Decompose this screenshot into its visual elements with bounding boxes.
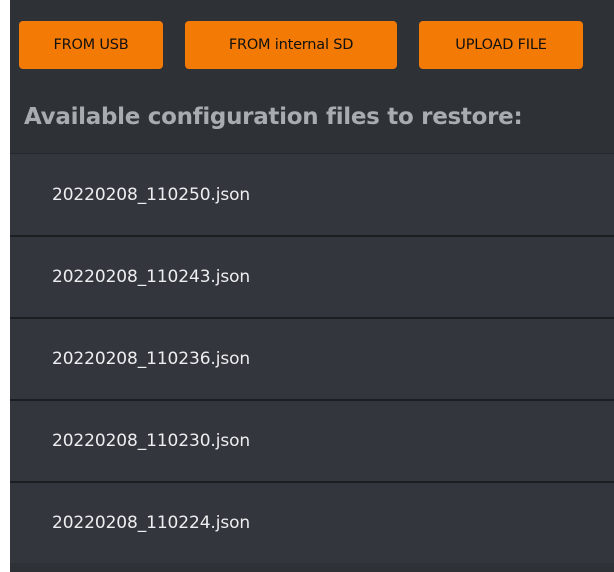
file-name: 20220208_110224.json: [52, 513, 251, 533]
from-usb-button[interactable]: FROM USB: [19, 21, 163, 69]
file-list-item[interactable]: 20220208_110250.json: [10, 153, 614, 235]
file-list-item[interactable]: 20220208_110236.json: [10, 317, 614, 399]
file-name: 20220208_110230.json: [52, 431, 251, 451]
file-name: 20220208_110250.json: [52, 184, 251, 205]
restore-files-heading: Available configuration files to restore…: [24, 104, 523, 130]
file-list-item[interactable]: 20220208_110224.json: [10, 481, 614, 563]
restore-panel: FROM USB FROM internal SD UPLOAD FILE Av…: [10, 0, 614, 572]
config-file-list: 20220208_110250.json 20220208_110243.jso…: [10, 153, 614, 563]
file-list-item[interactable]: 20220208_110243.json: [10, 235, 614, 317]
upload-file-button[interactable]: UPLOAD FILE: [419, 21, 583, 69]
file-name: 20220208_110243.json: [52, 267, 251, 287]
file-list-item[interactable]: 20220208_110230.json: [10, 399, 614, 481]
file-name: 20220208_110236.json: [52, 349, 251, 369]
from-internal-sd-button[interactable]: FROM internal SD: [185, 21, 397, 69]
source-toolbar: FROM USB FROM internal SD UPLOAD FILE: [19, 21, 583, 69]
